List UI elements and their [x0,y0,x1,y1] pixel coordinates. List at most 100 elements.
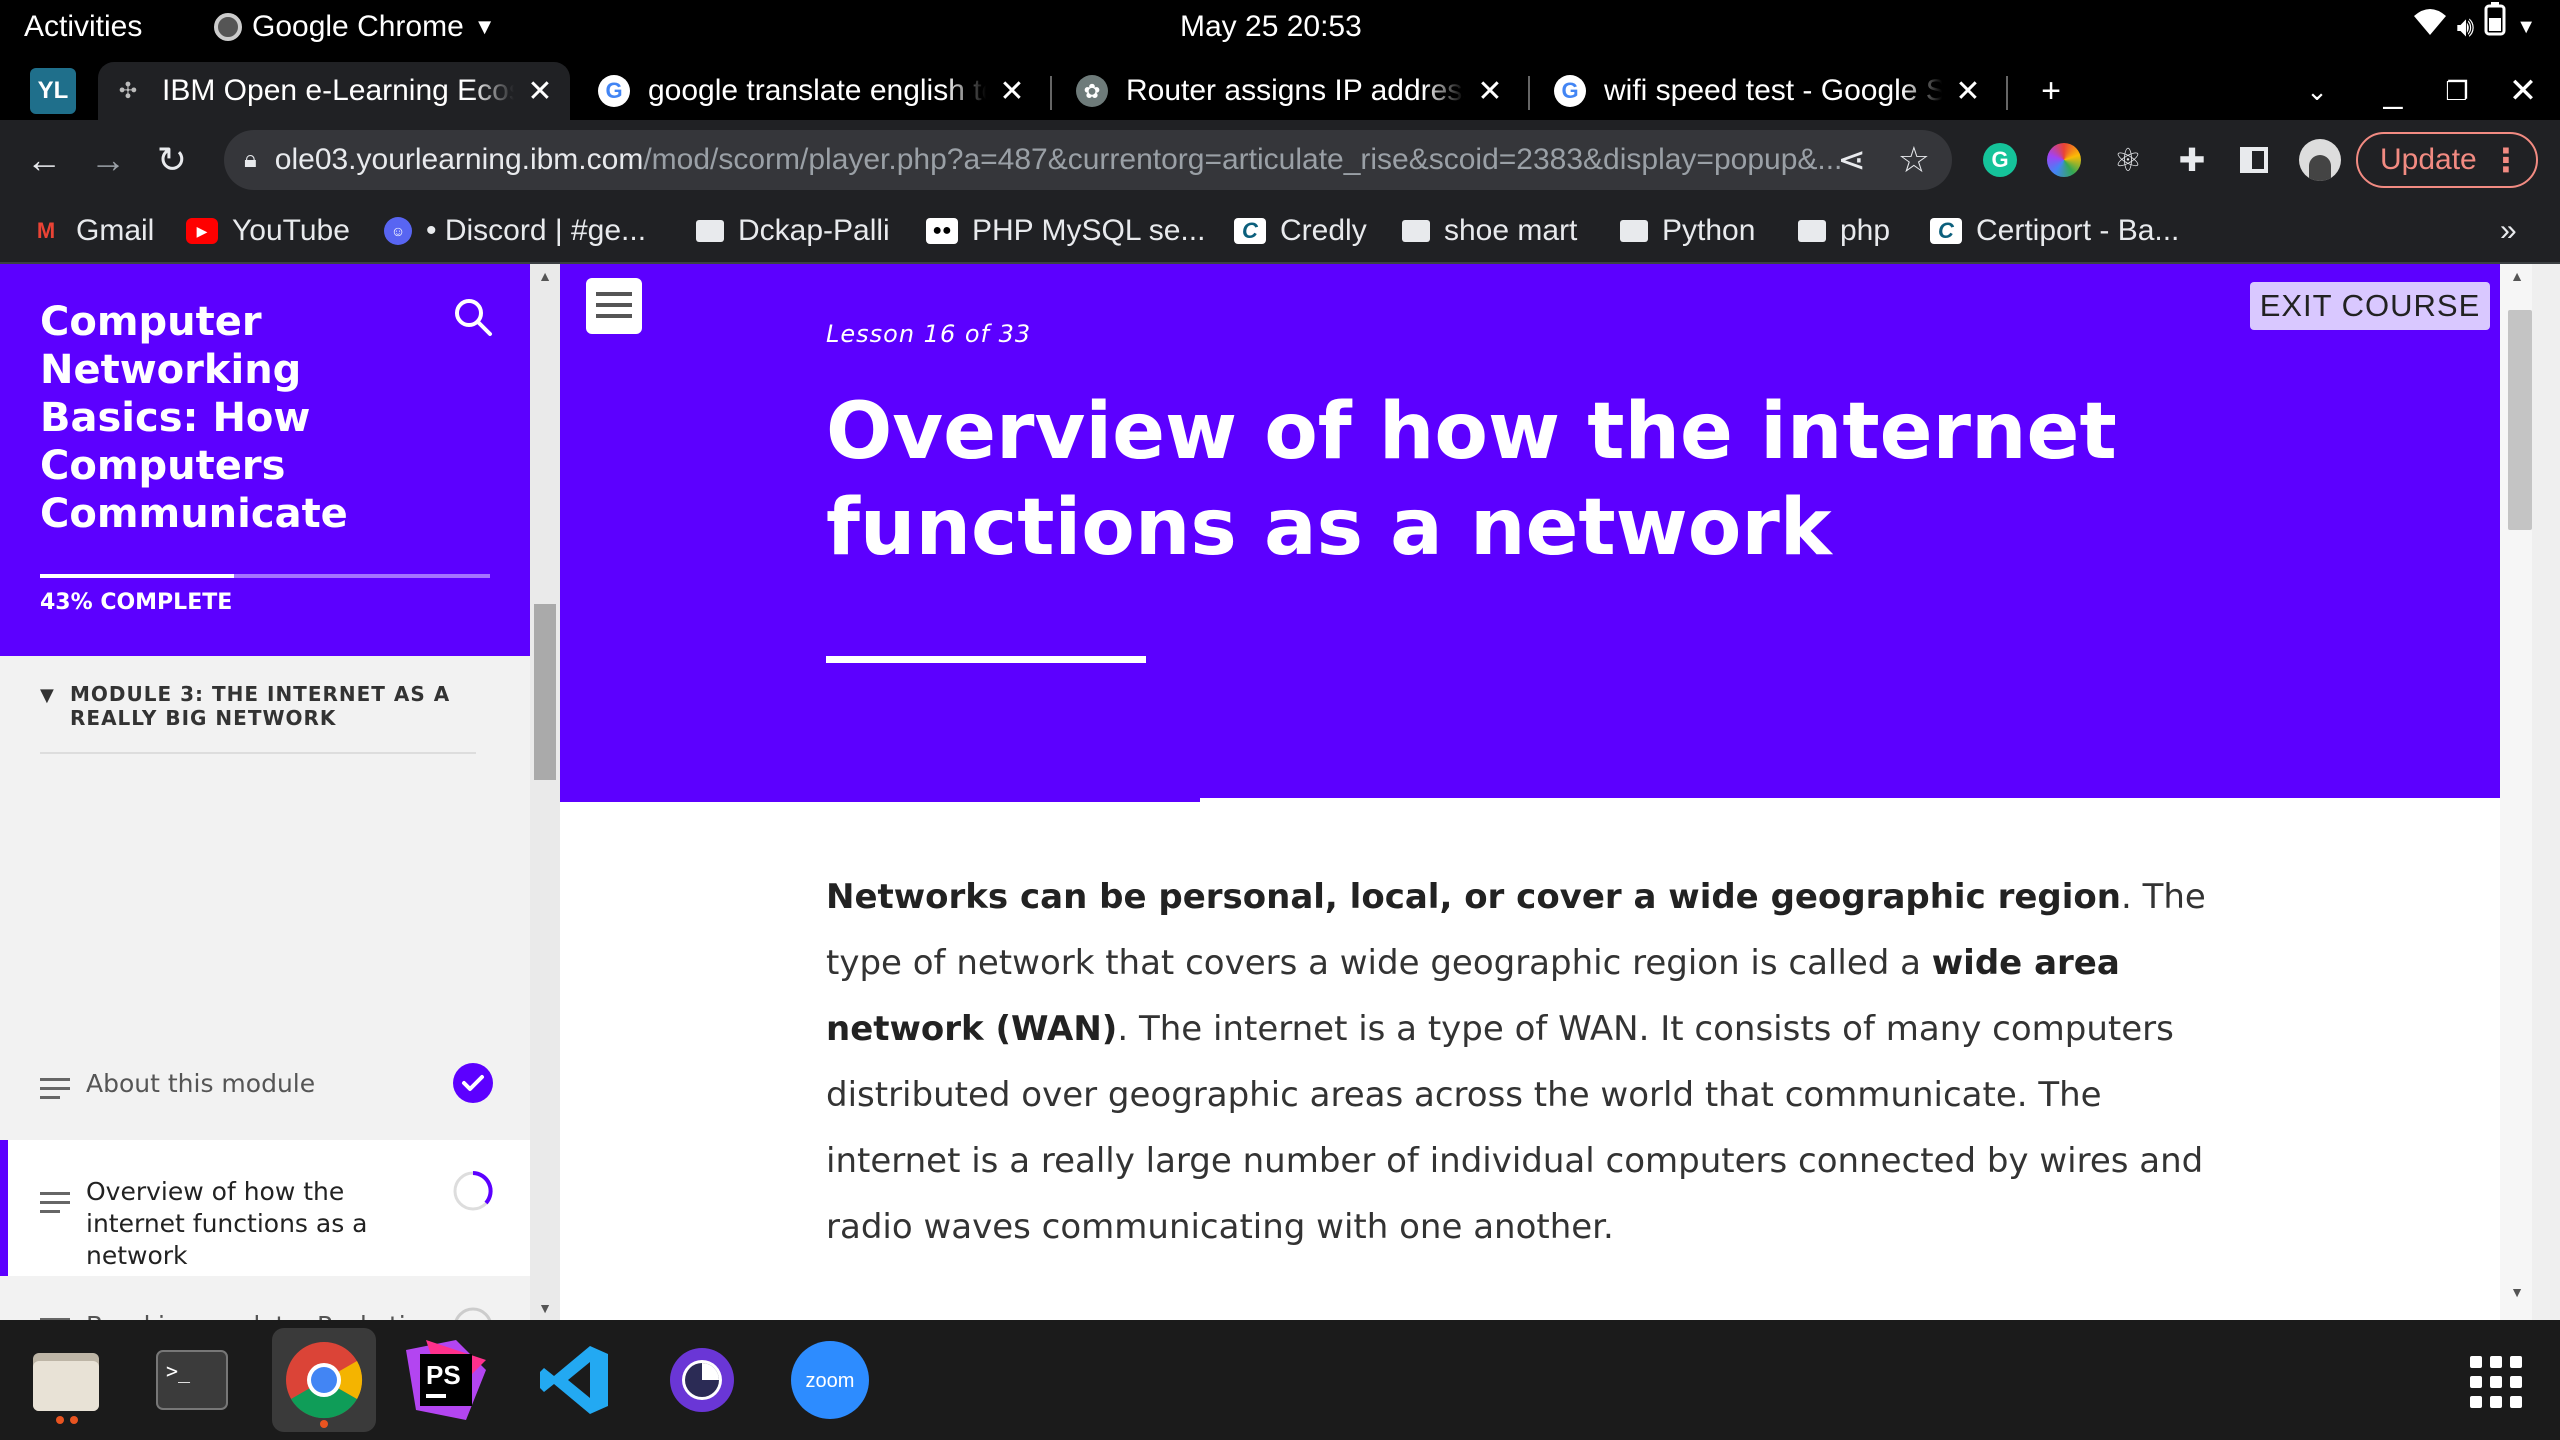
course-icon: ✣ [118,78,138,103]
system-top-bar: Activities Google Chrome ▼ May 25 20:53 … [0,0,2560,54]
scroll-up-icon[interactable]: ▲ [2502,268,2532,284]
tab-strip: YL ✣ IBM Open e-Learning Ecosystem ✕ G g… [0,54,2560,120]
minimize-icon: _ [2383,71,2403,110]
url-path: /mod/scorm/player.php?a=487&currentorg=a… [643,143,1843,176]
svg-text:>_: >_ [166,1359,191,1383]
sidebar-lesson-about-module[interactable]: About this module [0,1020,530,1150]
tab-google-translate[interactable]: G google translate english to tamil ✕ [584,62,1042,120]
bookmark-gmail[interactable]: M Gmail [30,200,155,262]
vscode-icon[interactable] [526,1332,622,1428]
address-bar[interactable]: 🔒︎ ole03.yourlearning.ibm.com /mod/scorm… [224,130,1952,190]
bookmark-discord[interactable]: ☺ • Discord | #ge... [384,200,646,262]
side-panel-icon[interactable] [2232,138,2276,182]
bookmark-star-icon[interactable]: ☆ [1898,139,1930,181]
chevron-down-icon: ▼ [473,14,496,39]
close-window-button[interactable]: ✕ [2496,62,2550,120]
title-underline [826,656,1146,663]
restore-button[interactable]: ❐ [2430,62,2484,120]
grammarly-icon[interactable]: G [1978,138,2022,182]
back-button[interactable]: ← [18,134,70,186]
tab-title: wifi speed test - Google Search [1604,74,1942,107]
wifi-icon [2413,0,2447,54]
google-icon: G [598,75,630,107]
folder-icon [1402,220,1430,242]
lesson-lines-icon [40,1078,70,1105]
app-menu[interactable]: Google Chrome ▼ [214,0,496,54]
check-complete-icon [452,1062,494,1104]
minimize-button[interactable]: _ [2366,62,2420,120]
tab-search-button[interactable]: ⌄ [2290,62,2344,120]
bookmark-folder-dckap[interactable]: Dckap-Palli [696,200,890,262]
lesson-read-progress [560,798,1200,802]
chevron-down-icon: ▼ [2516,16,2536,38]
terminal-icon[interactable]: >_ [144,1332,240,1428]
search-icon[interactable] [452,296,494,338]
clock[interactable]: May 25 20:53 [1180,0,1362,54]
files-icon[interactable] [18,1332,114,1428]
bookmark-folder-php[interactable]: php [1798,200,1890,262]
kebab-menu-icon: ⋮ [2490,142,2522,178]
web-content: Computer Networking Basics: How Computer… [0,264,2560,1320]
lesson-title: Overview of how the internet functions a… [86,1177,368,1270]
close-icon[interactable]: ✕ [524,74,556,109]
bookmark-php-mysql[interactable]: ●● PHP MySQL se... [926,200,1205,262]
discord-icon: ☺ [384,217,412,245]
menu-hamburger-icon[interactable] [586,278,642,334]
zoom-icon[interactable]: zoom [782,1332,878,1428]
bookmark-folder-shoe-mart[interactable]: shoe mart [1402,200,1577,262]
module-title: MODULE 3: THE INTERNET AS A REALLY BIG N… [70,682,451,730]
url-host: ole03.yourlearning.ibm.com [274,143,644,176]
emphasis-text: Networks can be personal, local, or cove… [826,877,2121,917]
bookmark-youtube[interactable]: ▶ YouTube [186,200,350,262]
forward-button[interactable]: → [82,134,134,186]
tab-router-ip[interactable]: ✿ Router assigns IP addresses ✕ [1062,62,1520,120]
color-picker-icon[interactable] [2042,138,2086,182]
share-icon[interactable]: ⋖ [1838,140,1867,180]
tab-wifi-speed-test[interactable]: G wifi speed test - Google Search ✕ [1540,62,1998,120]
activities-button[interactable]: Activities [24,0,142,54]
screenshot-tool-icon[interactable] [654,1332,750,1428]
medium-icon: ●● [926,218,958,244]
bookmark-certiport[interactable]: C Certiport - Ba... [1930,200,2179,262]
show-applications-icon[interactable] [2470,1356,2522,1408]
close-icon[interactable]: ✕ [996,74,1028,109]
tab-title: IBM Open e-Learning Ecosystem [162,74,514,107]
bookmark-credly[interactable]: C Credly [1234,200,1367,262]
exit-course-button[interactable]: EXIT COURSE [2250,282,2490,330]
reload-button[interactable]: ↻ [146,134,198,186]
pinned-tab[interactable]: YL [30,68,76,114]
page-scrollbar[interactable]: ▲ ▼ [2500,264,2560,1320]
module-header[interactable]: ▼ MODULE 3: THE INTERNET AS A REALLY BIG… [40,682,476,730]
sidebar-lesson-packeting[interactable]: Breaking up data: Packeting makes the in… [0,1276,530,1320]
avatar[interactable] [2298,138,2342,182]
sidebar-scrollbar[interactable]: ▲ ▼ [530,264,560,1320]
close-icon[interactable]: ✕ [1952,74,1984,109]
update-button[interactable]: Update ⋮ [2356,132,2538,188]
google-icon: G [1554,75,1586,107]
folder-icon [696,220,724,242]
scroll-down-icon[interactable]: ▼ [2502,1284,2532,1300]
sidebar-lesson-overview-internet[interactable]: Overview of how the internet functions a… [0,1140,530,1276]
lock-icon: 🔒︎ [244,146,257,173]
close-icon: ✕ [2508,72,2538,110]
scroll-down-icon[interactable]: ▼ [530,1300,560,1316]
chevron-down-icon: ⌄ [2306,75,2328,106]
extensions-puzzle-icon[interactable]: ✚ [2170,138,2214,182]
outer-scroll-track[interactable] [2532,264,2560,1320]
scrollbar-thumb[interactable] [2508,310,2532,530]
chrome-icon[interactable] [272,1328,376,1432]
phpstorm-icon[interactable]: PS [398,1332,494,1428]
tab-ibm-elearning[interactable]: ✣ IBM Open e-Learning Ecosystem ✕ [98,62,570,120]
scroll-up-icon[interactable]: ▲ [530,268,560,284]
bookmarks-overflow-button[interactable]: » [2500,200,2517,262]
new-tab-button[interactable]: + [2024,62,2078,120]
system-tray[interactable]: 🔊︎ ▼ [2413,0,2536,54]
update-label: Update [2380,143,2477,176]
react-devtools-icon[interactable]: ⚛ [2106,138,2150,182]
course-progress-label: 43% COMPLETE [40,590,233,615]
scrollbar-thumb[interactable] [534,604,556,780]
bookmark-label: Python [1662,214,1756,247]
bookmark-folder-python[interactable]: Python [1620,200,1755,262]
svg-text:zoom: zoom [806,1370,855,1392]
close-icon[interactable]: ✕ [1474,74,1506,109]
